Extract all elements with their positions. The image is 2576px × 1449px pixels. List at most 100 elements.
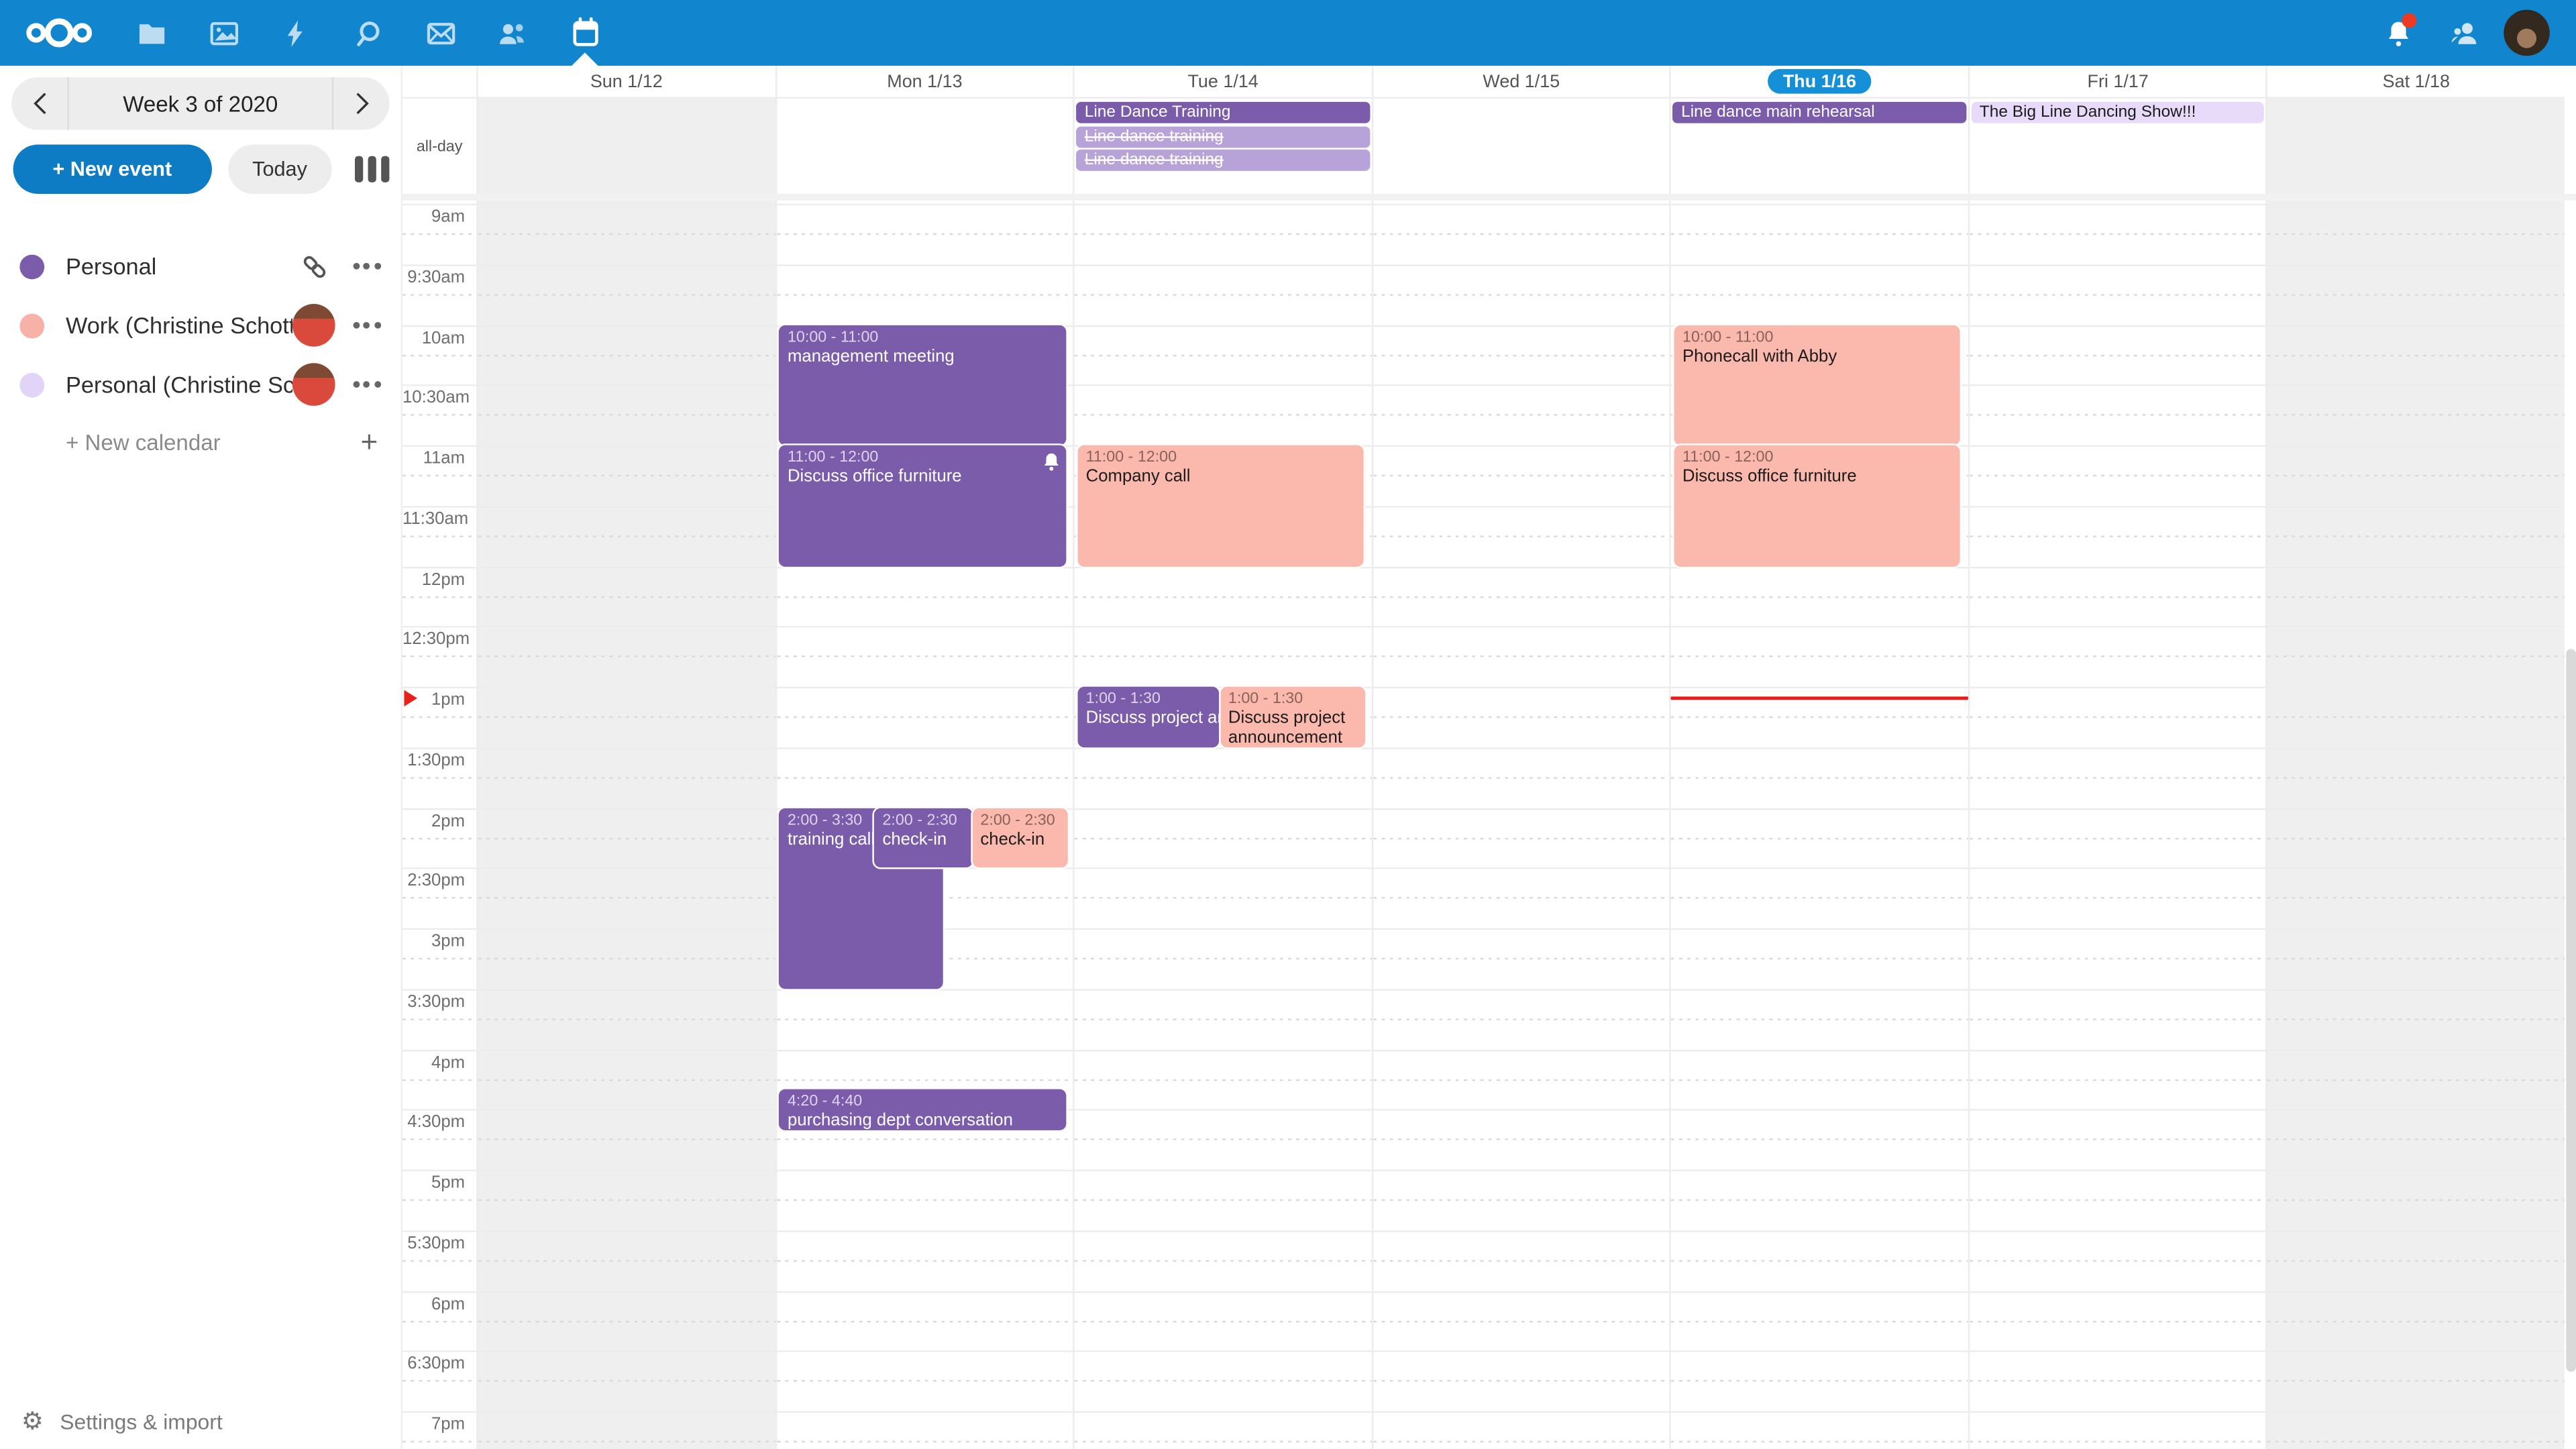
grid-slot[interactable] <box>478 325 775 385</box>
day-column[interactable]: 10:00 - 11:00management meeting11:00 - 1… <box>775 201 1073 1449</box>
today-pill[interactable]: Thu 1/16 <box>1768 69 1871 94</box>
grid-slot[interactable] <box>1671 566 1968 627</box>
grid-slot[interactable] <box>1373 1411 1670 1449</box>
grid-slot[interactable] <box>1671 204 1968 264</box>
event[interactable]: 4:20 - 4:40purchasing dept conversation <box>780 1089 1066 1130</box>
day-header-label[interactable]: Fri 1/17 <box>2088 72 2149 91</box>
grid-slot[interactable] <box>1373 264 1670 325</box>
grid-slot[interactable] <box>1075 1049 1371 1110</box>
grid-slot[interactable] <box>2268 1230 2565 1291</box>
grid-slot[interactable] <box>1671 808 1968 868</box>
grid-slot[interactable] <box>1970 1110 2266 1170</box>
grid-slot[interactable] <box>1671 627 1968 687</box>
grid-slot[interactable] <box>1373 566 1670 627</box>
grid-slot[interactable] <box>2268 204 2565 264</box>
day-header[interactable]: Mon 1/13 <box>775 66 1073 97</box>
grid-slot[interactable] <box>478 1170 775 1230</box>
grid-slot[interactable] <box>478 868 775 928</box>
day-header[interactable]: Thu 1/16 <box>1670 66 1968 97</box>
grid-slot[interactable] <box>2268 808 2565 868</box>
grid-slot[interactable] <box>1373 1230 1670 1291</box>
grid-slot[interactable] <box>2268 506 2565 566</box>
all-day-event[interactable]: Line dance training <box>1076 125 1369 147</box>
grid-slot[interactable] <box>1970 1049 2266 1110</box>
grid-slot[interactable] <box>478 928 775 989</box>
grid-slot[interactable] <box>1970 1170 2266 1230</box>
event[interactable]: 1:00 - 1:30Discuss project announcement <box>1077 687 1218 747</box>
calendar-menu-button[interactable] <box>348 263 384 270</box>
grid-slot[interactable] <box>1970 747 2266 808</box>
grid-slot[interactable] <box>1373 325 1670 385</box>
all-day-event[interactable]: Line Dance Training <box>1076 102 1369 123</box>
grid-slot[interactable] <box>2268 264 2565 325</box>
grid-slot[interactable] <box>2268 747 2565 808</box>
grid-slot[interactable] <box>2268 1351 2565 1411</box>
grid-slot[interactable] <box>1671 1049 1968 1110</box>
grid-slot[interactable] <box>2268 1411 2565 1449</box>
mail-app-button[interactable] <box>404 0 476 66</box>
grid-slot[interactable] <box>2268 868 2565 928</box>
grid-slot[interactable] <box>776 1351 1073 1411</box>
notifications-button[interactable] <box>2366 0 2432 66</box>
grid-slot[interactable] <box>1970 385 2266 445</box>
grid-slot[interactable] <box>1671 1291 1968 1351</box>
user-avatar[interactable] <box>2504 10 2550 56</box>
nextcloud-logo-icon[interactable] <box>19 13 99 53</box>
grid-slot[interactable] <box>1671 1170 1968 1230</box>
grid-slot[interactable] <box>2268 989 2565 1049</box>
grid-slot[interactable] <box>2268 566 2565 627</box>
new-event-button[interactable]: + New event <box>13 145 211 194</box>
new-calendar-button[interactable]: + New calendar + <box>0 414 401 470</box>
grid-slot[interactable] <box>478 808 775 868</box>
grid-slot[interactable] <box>1373 506 1670 566</box>
day-header-label[interactable]: Mon 1/13 <box>887 72 962 91</box>
event[interactable]: 11:00 - 12:00Discuss office furniture <box>780 445 1066 566</box>
grid-slot[interactable] <box>776 566 1073 627</box>
day-header-label[interactable]: Sun 1/12 <box>590 72 663 91</box>
all-day-cell[interactable] <box>1371 99 1670 194</box>
grid-slot[interactable] <box>2268 1110 2565 1170</box>
all-day-cell[interactable]: Line dance main rehearsal <box>1670 99 1968 194</box>
share-link-icon[interactable] <box>292 252 335 280</box>
grid-slot[interactable] <box>776 264 1073 325</box>
grid-slot[interactable] <box>1970 928 2266 989</box>
event[interactable]: 10:00 - 11:00management meeting <box>780 325 1066 445</box>
event[interactable]: 2:00 - 2:30check-in <box>972 808 1069 868</box>
grid-slot[interactable] <box>1970 264 2266 325</box>
grid-slot[interactable] <box>2268 928 2565 989</box>
week-label[interactable]: Week 3 of 2020 <box>69 91 332 116</box>
grid-slot[interactable] <box>776 1170 1073 1230</box>
grid-slot[interactable] <box>1075 808 1371 868</box>
grid-slot[interactable] <box>2268 627 2565 687</box>
grid-slot[interactable] <box>2268 325 2565 385</box>
calendar-menu-button[interactable] <box>348 322 384 329</box>
grid-slot[interactable] <box>1970 1230 2266 1291</box>
calendar-list-item[interactable]: Personal <box>0 237 401 296</box>
contacts-app-button[interactable] <box>476 0 549 66</box>
grid-slot[interactable] <box>1671 264 1968 325</box>
next-week-button[interactable] <box>332 77 390 129</box>
grid-slot[interactable] <box>1075 325 1371 385</box>
today-button[interactable]: Today <box>227 145 331 194</box>
grid-slot[interactable] <box>478 989 775 1049</box>
grid-slot[interactable] <box>478 1351 775 1411</box>
day-column[interactable] <box>476 201 775 1449</box>
grid-slot[interactable] <box>478 445 775 506</box>
grid-slot[interactable] <box>1373 808 1670 868</box>
grid-slot[interactable] <box>1373 928 1670 989</box>
all-day-cell[interactable]: The Big Line Dancing Show!!! <box>1968 99 2267 194</box>
grid-slot[interactable] <box>1373 1351 1670 1411</box>
grid-slot[interactable] <box>478 747 775 808</box>
grid-slot[interactable] <box>1373 747 1670 808</box>
grid-slot[interactable] <box>2268 1049 2565 1110</box>
grid-slot[interactable] <box>1970 325 2266 385</box>
day-header[interactable]: Tue 1/14 <box>1073 66 1372 97</box>
activity-app-button[interactable] <box>260 0 332 66</box>
grid-slot[interactable] <box>478 566 775 627</box>
grid-slot[interactable] <box>1373 687 1670 747</box>
grid-slot[interactable] <box>478 687 775 747</box>
grid-slot[interactable] <box>478 1049 775 1110</box>
grid-slot[interactable] <box>776 627 1073 687</box>
grid-slot[interactable] <box>1671 1230 1968 1291</box>
grid-slot[interactable] <box>1671 747 1968 808</box>
